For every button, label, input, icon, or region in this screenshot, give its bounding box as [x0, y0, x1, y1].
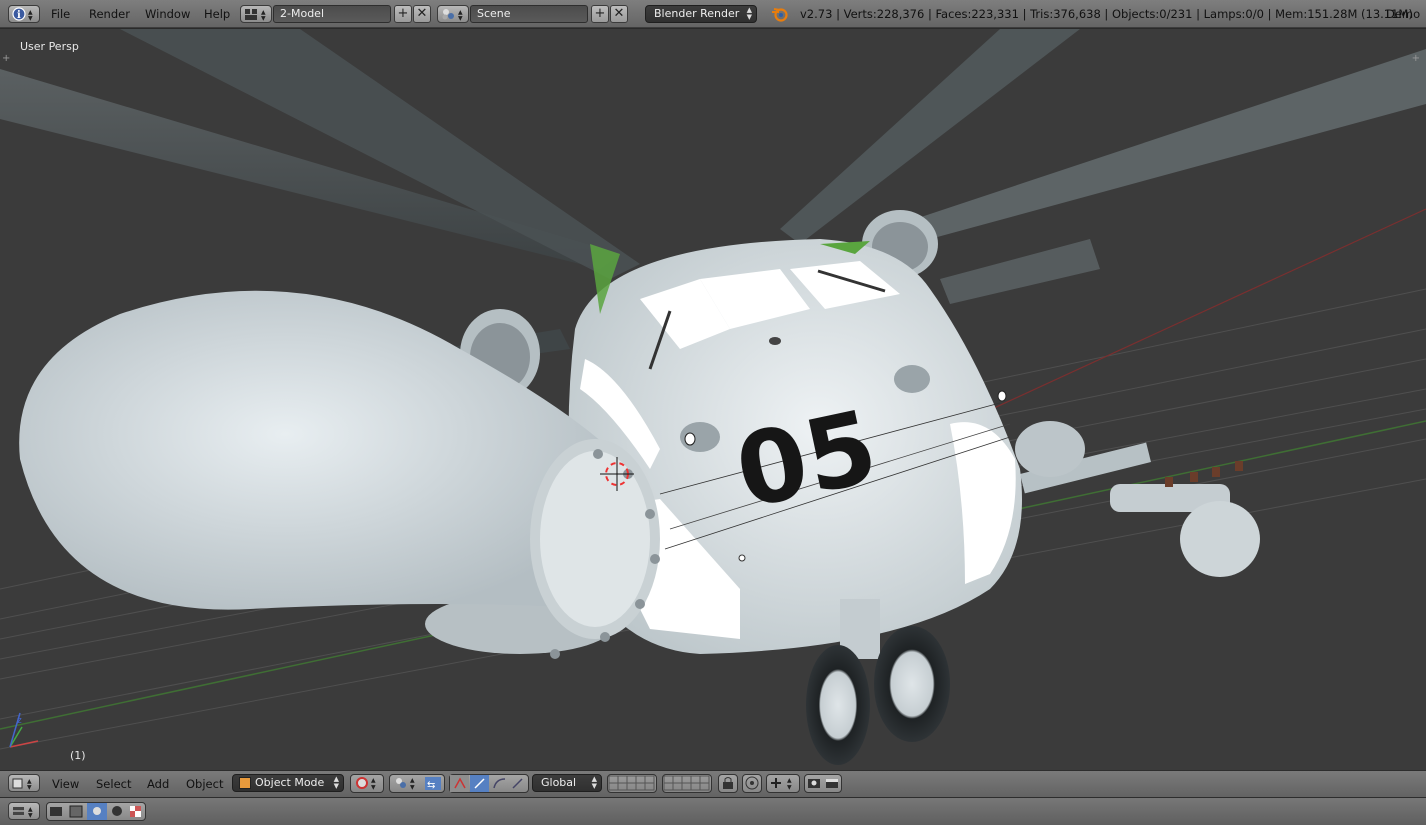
menu-object[interactable]: Object [186, 771, 223, 798]
manipulator-icons [450, 775, 523, 792]
transform-orientation-dropdown[interactable]: Global ▲ ▼ [532, 774, 602, 792]
layers-icon [608, 775, 655, 791]
plus-icon: + [397, 6, 409, 21]
view-label: User Persp [20, 40, 79, 53]
svg-text:▼: ▼ [28, 812, 33, 819]
svg-text:▼: ▼ [410, 784, 415, 791]
info-header: i ▲ ▼ File Render Window Help ▲ ▼ 2-Model +… [0, 0, 1426, 28]
frame-label: (1) [70, 749, 86, 762]
close-icon: ✕ [416, 6, 428, 21]
svg-text:i: i [17, 10, 21, 21]
timeline-icon: ▲▼ [13, 806, 33, 819]
blender-logo-icon [772, 8, 788, 22]
render-engine-dropdown[interactable]: Blender Render ▲ ▼ [645, 5, 757, 23]
menu-file[interactable]: File [51, 0, 70, 28]
camera-icon [808, 779, 838, 788]
viewport-scene: 05 z [0, 29, 1426, 765]
3d-view-header: ▲ ▼ View Select Add Object Object Mode ▲ ▼… [0, 770, 1426, 797]
menu-select[interactable]: Select [96, 771, 131, 798]
properties-toggle-icon[interactable]: + [1412, 53, 1420, 64]
scene-icon: ▲▼ [442, 9, 463, 22]
proportional-icon [745, 776, 759, 790]
svg-text:▼: ▼ [261, 15, 266, 22]
layers-icon [663, 775, 710, 791]
view3d-cube-icon: ▲▼ [12, 778, 32, 791]
svg-text:▼: ▼ [787, 784, 792, 791]
scene-statistics: v2.73 | Verts:228,376 | Faces:223,331 | … [800, 7, 1413, 21]
menu-add[interactable]: Add [147, 771, 169, 798]
delete-scene-button[interactable]: ✕ [610, 5, 628, 23]
svg-text:⇆: ⇆ [427, 780, 435, 791]
updown-arrows-icon: ▲ ▼ [746, 6, 752, 21]
toolbar-toggle-icon[interactable]: + [2, 53, 10, 64]
add-scene-button[interactable]: + [591, 5, 609, 23]
screen-layout-selector[interactable]: ▲ ▼ [240, 5, 272, 23]
delete-layout-button[interactable]: ✕ [413, 5, 431, 23]
pivot-group[interactable]: ▲ ▼ ⇆ [389, 774, 445, 793]
menu-window[interactable]: Window [145, 0, 190, 28]
svg-text:▲: ▲ [371, 777, 376, 784]
svg-text:▲: ▲ [787, 777, 792, 784]
snap-element-dropdown[interactable]: ▲ ▼ [766, 774, 800, 793]
plus-icon: + [594, 6, 606, 21]
lock-layers-button[interactable] [718, 774, 738, 793]
shading-solid-icon: ▲▼ [356, 777, 376, 791]
updown-arrows-icon: ▲ ▼ [333, 775, 339, 790]
layout-grid-icon: ▲▼ [245, 9, 266, 22]
object-mode-icon [239, 777, 251, 789]
svg-text:z: z [17, 716, 22, 726]
add-layout-button[interactable]: + [394, 5, 412, 23]
editor-type-button[interactable]: ▲ ▼ [8, 774, 40, 792]
svg-text:▲: ▲ [410, 777, 415, 784]
mode-dropdown[interactable]: Object Mode ▲ ▼ [232, 774, 344, 792]
orientation-label: Global [541, 776, 577, 789]
close-icon: ✕ [613, 6, 625, 21]
screen-layout-field[interactable]: 2-Model [273, 5, 391, 23]
layer-buttons-1[interactable] [607, 774, 657, 793]
pivot-icon: ▲▼ ⇆ [396, 777, 441, 791]
updown-arrows-icon: ▲ ▼ [591, 775, 597, 790]
menu-view[interactable]: View [52, 771, 79, 798]
proportional-edit-button[interactable] [742, 774, 762, 793]
svg-text:▼: ▼ [458, 15, 463, 22]
svg-text:▼: ▼ [28, 15, 33, 22]
display-mode-buttons[interactable] [46, 802, 146, 821]
axis-gizmo-icon: z [9, 712, 39, 748]
display-mode-icons [50, 803, 141, 820]
right-sponson [1015, 421, 1260, 577]
viewport-shading-dropdown[interactable]: ▲ ▼ [350, 774, 384, 793]
demo-label: Demo [1386, 7, 1421, 21]
manipulator-group[interactable] [449, 774, 529, 793]
menu-help[interactable]: Help [204, 0, 230, 28]
snap-icon: ▲▼ [771, 777, 792, 791]
render-engine-label: Blender Render [654, 7, 740, 20]
svg-text:▼: ▼ [27, 784, 32, 791]
timeline-header: ▲ ▼ [0, 797, 1426, 825]
editor-type-button[interactable]: ▲ ▼ [8, 802, 40, 820]
editor-type-button[interactable]: i ▲ ▼ [8, 5, 40, 23]
scene-field[interactable]: Scene [470, 5, 588, 23]
3d-viewport[interactable]: 05 z User Persp (1) + + [0, 28, 1426, 771]
mode-label: Object Mode [255, 776, 325, 789]
layer-buttons-2[interactable] [662, 774, 712, 793]
lock-icon [723, 777, 733, 789]
svg-text:▼: ▼ [371, 784, 376, 791]
info-icon: i ▲▼ [12, 7, 33, 22]
menu-render[interactable]: Render [89, 0, 130, 28]
scene-selector[interactable]: ▲ ▼ [437, 5, 469, 23]
render-buttons[interactable] [804, 774, 842, 793]
